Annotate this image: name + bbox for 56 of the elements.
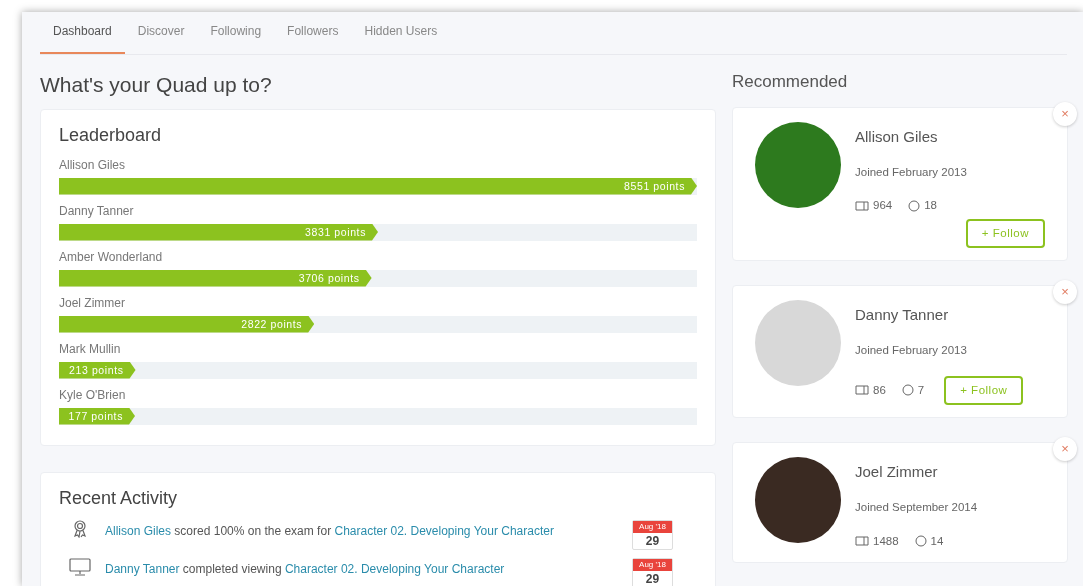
- comment-count: 18: [924, 198, 937, 214]
- points-bar: 3706 points: [59, 269, 372, 287]
- course-link[interactable]: Character 02. Developing Your Character: [334, 523, 554, 538]
- user-name: Allison Giles: [855, 126, 939, 147]
- page-heading: What's your Quad up to?: [40, 72, 273, 98]
- user-name: Amber Wonderland: [59, 248, 164, 266]
- join-date: Joined February 2013: [855, 165, 968, 180]
- nav-tab[interactable]: Dashboard: [40, 12, 125, 54]
- user-name: Danny Tanner: [855, 304, 950, 325]
- user-link[interactable]: Allison Giles: [105, 523, 172, 538]
- ticket-icon: [855, 536, 869, 547]
- monitor-icon: [69, 557, 91, 576]
- comment-count: 14: [930, 533, 944, 549]
- activity-text: Allison Giles scored 100% on the exam for Character 02. Developing Your Character: [104, 522, 555, 540]
- user-name: Allison Giles: [59, 156, 127, 174]
- close-button[interactable]: ×: [1053, 279, 1077, 304]
- user-name: Kyle O'Brien: [59, 386, 127, 404]
- circle-icon: [914, 535, 927, 548]
- user-name: Danny Tanner: [59, 202, 135, 220]
- date-month: Aug '18: [633, 520, 672, 533]
- points-bar: 3831 points: [59, 223, 378, 241]
- post-count: 964: [873, 198, 893, 214]
- comment-count: 7: [917, 382, 925, 398]
- join-date: Joined February 2013: [855, 343, 968, 359]
- card-title: Recent Activity: [59, 486, 179, 510]
- activity-text: Danny Tanner completed viewing Character 02. Developing Your Character: [104, 560, 506, 578]
- nav-tab[interactable]: Following: [197, 12, 275, 54]
- ticket-icon: [855, 200, 869, 211]
- user-name: Joel Zimmer: [855, 461, 939, 482]
- points-bar: 2822 points: [59, 315, 315, 333]
- date-day: 29: [633, 532, 672, 549]
- nav-tab[interactable]: Discover: [124, 12, 198, 54]
- follow-button[interactable]: + Follow: [965, 218, 1045, 248]
- date-day: 29: [633, 570, 672, 586]
- user-name: Joel Zimmer: [59, 294, 126, 312]
- post-count: 86: [873, 382, 886, 398]
- user-link[interactable]: Danny Tanner: [105, 561, 180, 576]
- close-button[interactable]: ×: [1053, 101, 1077, 126]
- section-heading: Recommended: [732, 71, 849, 93]
- user-name: Mark Mullin: [59, 340, 122, 358]
- join-date: Joined September 2014: [855, 500, 979, 516]
- card-title: Leaderboard: [59, 123, 163, 147]
- award-icon: [72, 519, 88, 538]
- points-bar: 177 points: [59, 407, 135, 425]
- circle-icon: [901, 384, 914, 397]
- ticket-icon: [855, 385, 869, 396]
- nav-tab[interactable]: Hidden Users: [351, 12, 451, 54]
- circle-icon: [908, 199, 921, 212]
- nav-tab[interactable]: Followers: [274, 12, 352, 54]
- points-bar: 8551 points: [59, 177, 697, 195]
- course-link[interactable]: Character 02. Developing Your Character: [284, 561, 505, 576]
- points-bar: 213 points: [59, 361, 136, 379]
- post-count: 1488: [873, 533, 899, 549]
- date-month: Aug '18: [633, 558, 672, 571]
- follow-button[interactable]: + Follow: [944, 375, 1024, 405]
- close-button[interactable]: ×: [1053, 436, 1077, 461]
